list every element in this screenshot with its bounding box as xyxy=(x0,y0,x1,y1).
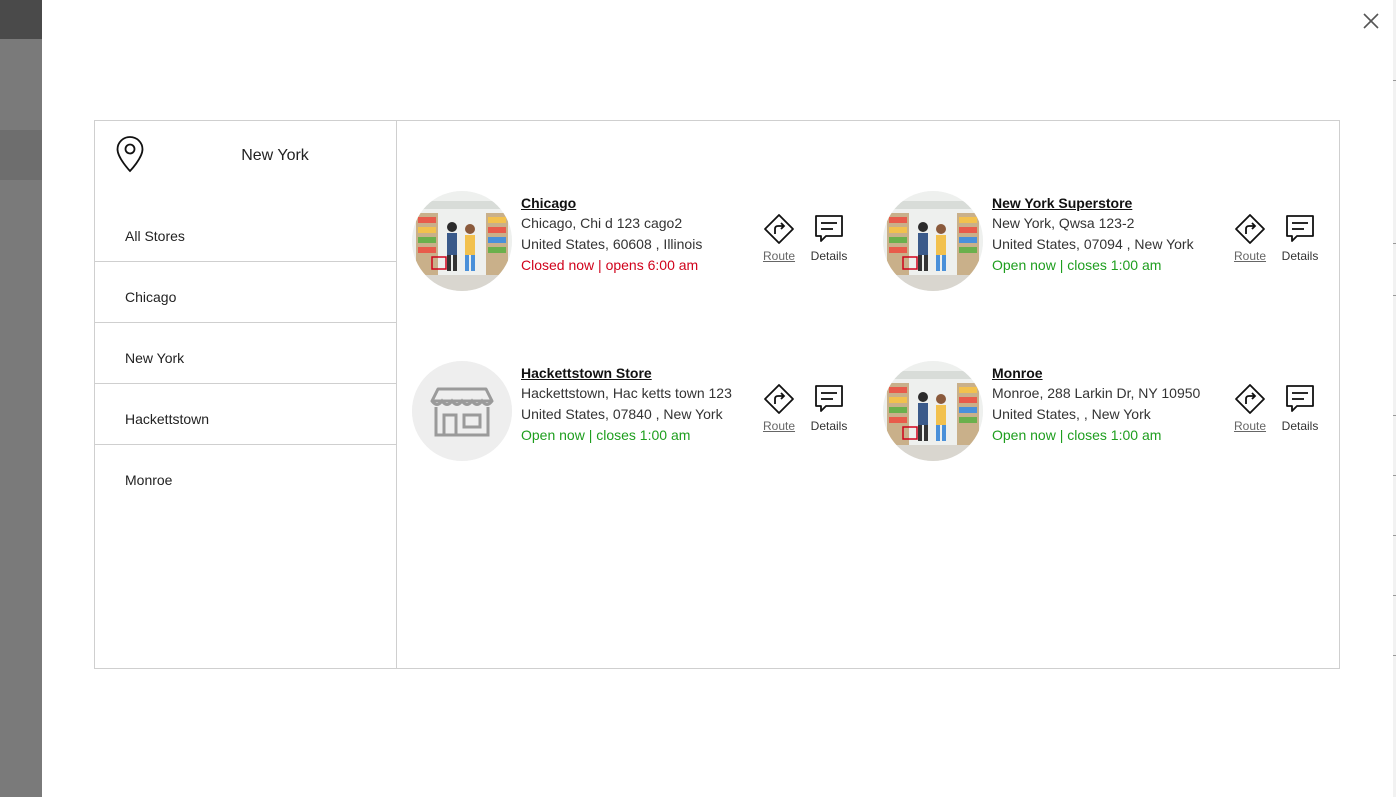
city-filter-list: All Stores Chicago New York Hackettstown… xyxy=(95,201,396,505)
store-address-line2: United States, , New York xyxy=(992,406,1151,422)
details-button[interactable]: Details xyxy=(804,213,854,263)
store-interior-image xyxy=(883,361,983,461)
filter-new-york[interactable]: New York xyxy=(95,323,396,384)
details-message-icon xyxy=(815,215,843,242)
store-address-line2: United States, 60608 , Illinois xyxy=(521,236,703,252)
details-button[interactable]: Details xyxy=(1275,213,1325,263)
store-status: Open now | closes 1:00 am xyxy=(521,427,691,443)
details-message-icon xyxy=(815,385,843,412)
store-address-line1: Hackettstown, Hac ketts town 123 xyxy=(521,385,732,401)
route-diamond-icon xyxy=(1235,384,1265,414)
route-diamond-icon xyxy=(764,384,794,414)
background-band xyxy=(0,130,42,180)
route-diamond-icon xyxy=(1235,214,1265,244)
details-message-icon xyxy=(1286,215,1314,242)
store-card-hackettstown: Hackettstown Store Hackettstown, Hac ket… xyxy=(397,361,857,471)
store-status: Closed now | opens 6:00 am xyxy=(521,257,699,273)
store-info: New York Superstore New York, Qwsa 123-2… xyxy=(992,193,1232,276)
store-card-chicago: Chicago Chicago, Chi d 123 cago2 United … xyxy=(397,191,857,301)
storefront-placeholder-icon xyxy=(412,361,512,461)
filter-chicago[interactable]: Chicago xyxy=(95,262,396,323)
current-location-label[interactable]: New York xyxy=(215,147,335,165)
filter-monroe[interactable]: Monroe xyxy=(95,445,396,505)
store-name-link[interactable]: Chicago xyxy=(521,193,761,213)
route-button[interactable]: Route xyxy=(754,383,804,433)
location-header: New York xyxy=(95,121,396,201)
details-label: Details xyxy=(1281,249,1319,263)
close-button[interactable] xyxy=(1360,10,1382,32)
store-locator-modal: New York All Stores Chicago New York Hac… xyxy=(42,0,1393,797)
store-filter-sidebar: New York All Stores Chicago New York Hac… xyxy=(95,121,397,668)
route-diamond-icon xyxy=(764,214,794,244)
details-label: Details xyxy=(810,249,848,263)
store-card-new-york-superstore: New York Superstore New York, Qwsa 123-2… xyxy=(868,191,1328,301)
filter-hackettstown[interactable]: Hackettstown xyxy=(95,384,396,445)
store-status: Open now | closes 1:00 am xyxy=(992,427,1162,443)
background-header xyxy=(0,0,42,39)
store-status: Open now | closes 1:00 am xyxy=(992,257,1162,273)
store-name-link[interactable]: New York Superstore xyxy=(992,193,1232,213)
route-label: Route xyxy=(1233,249,1267,263)
details-message-icon xyxy=(1286,385,1314,412)
store-address-line2: United States, 07094 , New York xyxy=(992,236,1194,252)
route-button[interactable]: Route xyxy=(1225,383,1275,433)
store-results: Chicago Chicago, Chi d 123 cago2 United … xyxy=(397,121,1339,668)
map-pin-icon xyxy=(116,136,144,173)
details-button[interactable]: Details xyxy=(1275,383,1325,433)
route-button[interactable]: Route xyxy=(1225,213,1275,263)
route-button[interactable]: Route xyxy=(754,213,804,263)
store-info: Monroe Monroe, 288 Larkin Dr, NY 10950 U… xyxy=(992,363,1232,446)
store-address-line1: New York, Qwsa 123-2 xyxy=(992,215,1135,231)
store-address-line2: United States, 07840 , New York xyxy=(521,406,723,422)
store-card-monroe: Monroe Monroe, 288 Larkin Dr, NY 10950 U… xyxy=(868,361,1328,471)
details-label: Details xyxy=(1281,419,1319,433)
filter-all-stores[interactable]: All Stores xyxy=(95,201,396,262)
details-button[interactable]: Details xyxy=(804,383,854,433)
store-address-line1: Monroe, 288 Larkin Dr, NY 10950 xyxy=(992,385,1201,401)
store-address-line1: Chicago, Chi d 123 cago2 xyxy=(521,215,683,231)
store-name-link[interactable]: Monroe xyxy=(992,363,1232,383)
details-label: Details xyxy=(810,419,848,433)
close-icon xyxy=(1363,13,1379,29)
store-interior-image xyxy=(412,191,512,291)
route-label: Route xyxy=(1233,419,1267,433)
store-info: Chicago Chicago, Chi d 123 cago2 United … xyxy=(521,193,761,276)
store-info: Hackettstown Store Hackettstown, Hac ket… xyxy=(521,363,761,446)
store-locator-panel: New York All Stores Chicago New York Hac… xyxy=(94,120,1340,669)
store-interior-image xyxy=(883,191,983,291)
route-label: Route xyxy=(762,419,796,433)
store-name-link[interactable]: Hackettstown Store xyxy=(521,363,761,383)
route-label: Route xyxy=(762,249,796,263)
